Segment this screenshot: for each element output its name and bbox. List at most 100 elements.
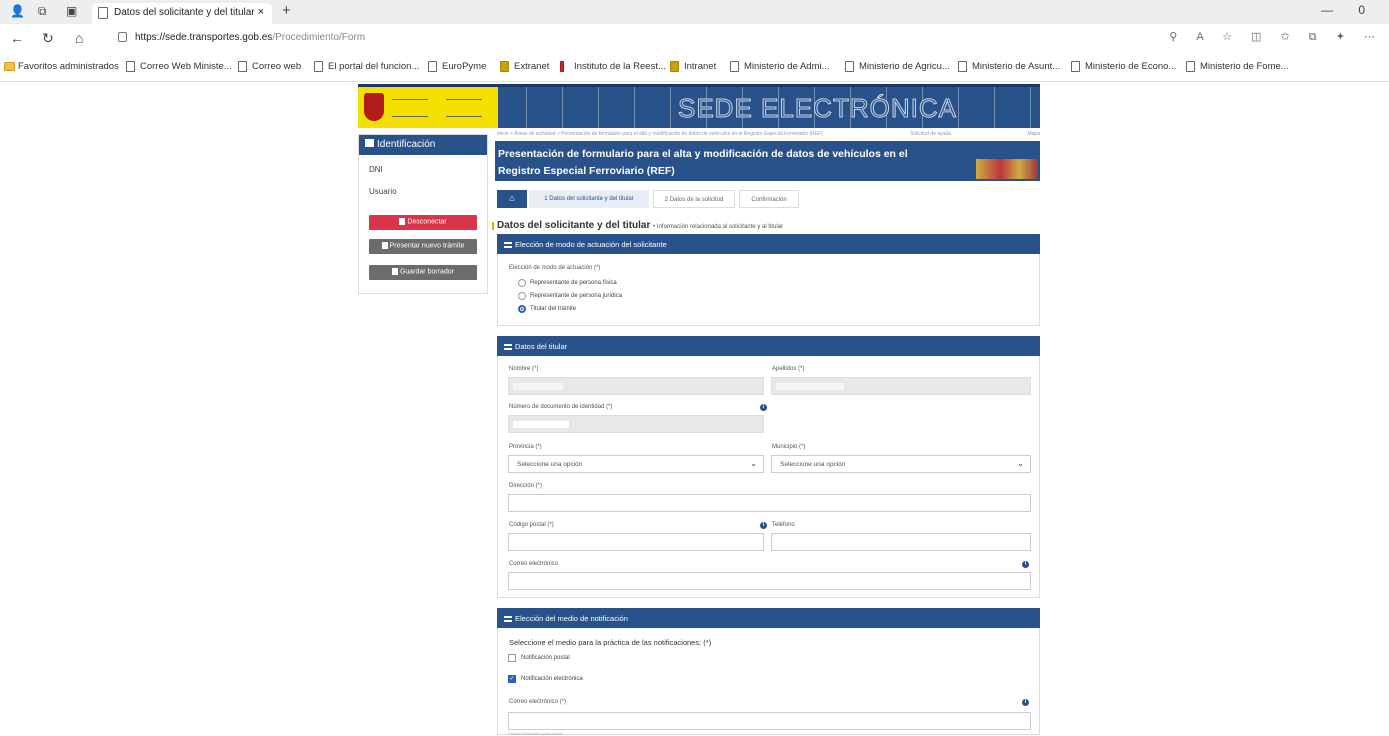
electronic-notification-checkbox[interactable]: ✓ [508, 675, 516, 683]
favorite-star-icon[interactable]: ☆ [1222, 31, 1232, 43]
checkbox-label: Notificación postal [521, 655, 570, 661]
info-icon[interactable]: i [760, 404, 767, 411]
id-card-icon [365, 139, 374, 147]
page-icon [126, 61, 135, 72]
collections-icon[interactable]: ⧉ [1309, 31, 1317, 43]
tab-actions-icon[interactable]: ▣ [66, 4, 77, 18]
breadcrumb: Inicio > Áreas de actividad > Presentaci… [497, 131, 1040, 140]
site-map-link[interactable]: Mapa [1027, 131, 1040, 137]
email-hint: Correo informativo para avisos [508, 731, 563, 736]
page-icon [1071, 61, 1080, 72]
email-field[interactable] [508, 572, 1031, 590]
bookmark-item[interactable]: Extranet [500, 61, 549, 72]
step-confirmation[interactable]: Confirmación [739, 190, 799, 208]
radio-label: Titular del trámite [530, 306, 577, 312]
section-marker [492, 222, 494, 230]
flag-icon [500, 61, 509, 72]
province-select[interactable]: Seleccione una opción ⌄ [508, 455, 764, 473]
split-screen-icon[interactable]: ◫ [1251, 31, 1261, 43]
bookmark-item[interactable]: Ministerio de Fome... [1186, 61, 1289, 72]
help-request-link[interactable]: Solicitud de ayuda [910, 131, 951, 137]
info-icon[interactable]: i [1022, 699, 1029, 706]
browser-toolbar: ← ↻ ⌂ https://sede.transportes.gob.es/Pr… [0, 24, 1389, 52]
bookmark-item[interactable]: El portal del funcion... [314, 61, 419, 72]
surname-field[interactable] [771, 377, 1031, 395]
read-aloud-icon[interactable]: A [1196, 31, 1203, 43]
close-tab-icon[interactable]: × [258, 6, 264, 18]
save-icon [391, 268, 398, 275]
surname-label: Apellidos (*) [772, 366, 805, 372]
disconnect-button[interactable]: Desconectar [369, 215, 477, 230]
postal-code-field[interactable] [508, 533, 764, 551]
new-procedure-button[interactable]: Presentar nuevo trámite [369, 239, 477, 254]
page-icon [428, 61, 437, 72]
bookmark-item[interactable]: Ministerio de Admi... [730, 61, 830, 72]
bookmark-item[interactable]: Intranet [670, 61, 716, 72]
identification-header: Identificación [359, 135, 487, 155]
bookmark-item[interactable]: Instituto de la Reest... [560, 61, 666, 72]
home-icon: ⌂ [509, 193, 515, 203]
save-draft-button[interactable]: Guardar borrador [369, 265, 477, 280]
id-number-field[interactable] [508, 415, 764, 433]
minimize-button[interactable]: — [1321, 3, 1333, 17]
redacted-value [513, 421, 569, 428]
sede-title: SEDE ELECTRÓNICA [678, 93, 957, 124]
email-label: Correo electrónico [509, 561, 559, 567]
notification-email-field[interactable] [508, 712, 1031, 730]
list-icon [504, 616, 512, 622]
address-bar[interactable]: https://sede.transportes.gob.es/Procedim… [118, 29, 1118, 47]
bookmark-item[interactable]: EuroPyme [428, 61, 486, 72]
radio-procedure-holder[interactable] [518, 305, 526, 313]
acting-mode-label: Elección de modo de actuación (*) [509, 265, 601, 271]
info-icon[interactable]: i [1022, 561, 1029, 568]
profile-icon[interactable]: 👤 [10, 4, 25, 18]
page-title: Presentación de formulario para el alta … [498, 148, 908, 177]
radio-legal-person-rep[interactable] [518, 292, 526, 300]
list-icon [504, 242, 512, 248]
municipality-label: Municipio (*) [772, 444, 806, 450]
info-icon[interactable]: i [760, 522, 767, 529]
id-number-label: Número de documento de identidad (*) [509, 404, 613, 410]
home-step[interactable]: ⌂ [497, 190, 527, 208]
browser-tab-bar: 👤 ⧉ ▣ Datos del solicitante y del titula… [0, 0, 1389, 24]
page-icon [1186, 61, 1195, 72]
refresh-icon[interactable]: ↻ [42, 30, 54, 47]
radio-natural-person-rep[interactable] [518, 279, 526, 287]
bookmark-item[interactable]: Correo web [238, 61, 301, 72]
zoom-icon[interactable]: ⚲ [1169, 31, 1177, 43]
browser-tab-active[interactable]: Datos del solicitante y del titular × [92, 3, 272, 24]
more-options-icon[interactable]: ⋯ [1364, 31, 1375, 43]
step-request-data[interactable]: 2 Datos de la solicitud [653, 190, 735, 208]
page-icon [98, 7, 108, 19]
coat-of-arms-icon [364, 93, 384, 121]
bookmark-item[interactable]: Correo Web Ministe... [126, 61, 232, 72]
page-icon [314, 61, 323, 72]
bookmark-item[interactable]: Ministerio de Asunt... [958, 61, 1060, 72]
notification-prompt: Seleccione el medio para la práctica de … [509, 638, 712, 647]
page-icon [958, 61, 967, 72]
name-field[interactable] [508, 377, 764, 395]
home-icon[interactable]: ⌂ [75, 30, 83, 46]
holder-data-panel-header: Datos del titular [497, 336, 1040, 356]
back-arrow-icon[interactable]: ← [10, 30, 24, 46]
new-tab-button[interactable]: + [282, 2, 291, 19]
government-logo[interactable] [358, 87, 498, 128]
favorites-icon[interactable]: ✩ [1281, 31, 1290, 43]
extensions-icon[interactable]: ✦ [1336, 31, 1345, 43]
logo-icon [560, 61, 564, 72]
municipality-select[interactable]: Seleccione una opción ⌄ [771, 455, 1031, 473]
flag-icon [670, 61, 679, 72]
power-icon [399, 218, 406, 225]
acting-mode-panel-header: Elección de modo de actuación del solici… [497, 234, 1040, 254]
address-field[interactable] [508, 494, 1031, 512]
breadcrumb-path[interactable]: Inicio > Áreas de actividad > Presentaci… [497, 131, 823, 137]
bookmark-item[interactable]: Ministerio de Agricu... [845, 61, 950, 72]
radio-label: Representante de persona física [530, 280, 617, 286]
window-more-button[interactable]: 0 [1358, 3, 1365, 17]
phone-field[interactable] [771, 533, 1031, 551]
collections-icon[interactable]: ⧉ [38, 4, 47, 19]
bookmark-item[interactable]: Favoritos administrados [4, 61, 119, 72]
postal-notification-checkbox[interactable] [508, 654, 516, 662]
step-applicant-data[interactable]: 1 Datos del solicitante y del titular [529, 190, 649, 208]
bookmark-item[interactable]: Ministerio de Econo... [1071, 61, 1176, 72]
